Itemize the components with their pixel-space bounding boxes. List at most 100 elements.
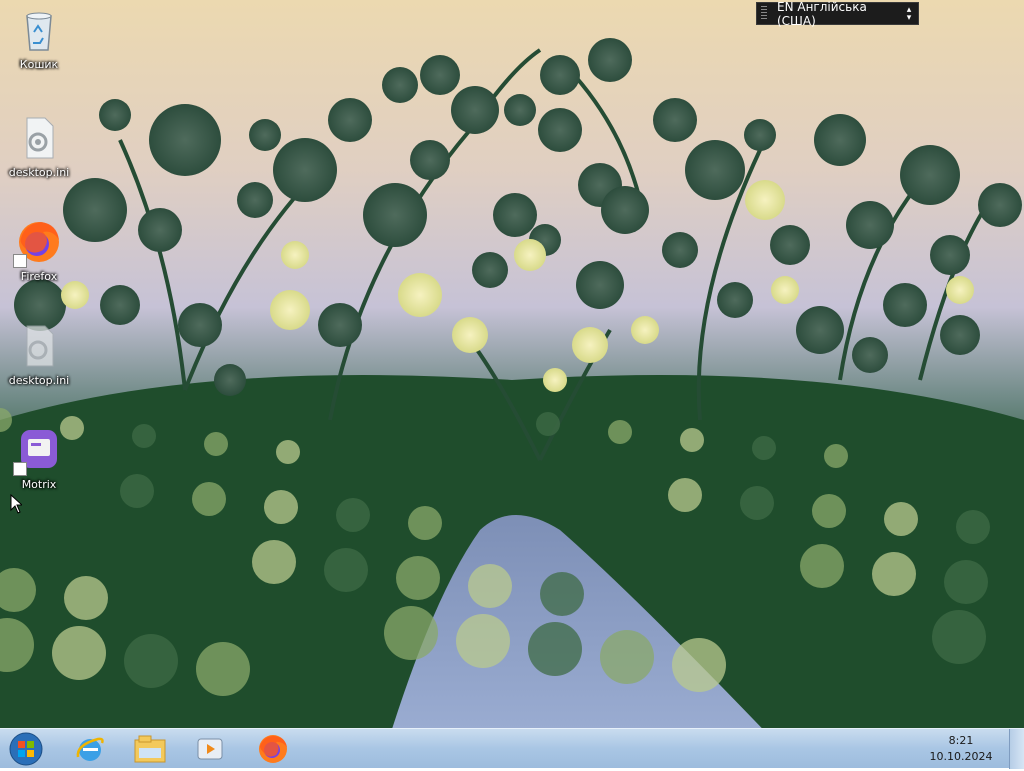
language-indicator[interactable]: EN Англійська (США) [767, 0, 904, 28]
wallpaper-bush [396, 556, 440, 600]
wallpaper-flower [653, 98, 697, 142]
wallpaper-bush [192, 482, 226, 516]
wallpaper-flower [504, 94, 536, 126]
desktop-wallpaper [0, 0, 1024, 768]
shortcut-arrow-icon [13, 462, 27, 476]
wallpaper-flower [745, 180, 785, 220]
wallpaper-bush [672, 638, 726, 692]
wallpaper-flower [717, 282, 753, 318]
wallpaper-flower [138, 208, 182, 252]
desktop-icon-recycle-bin[interactable]: Кошик [4, 6, 74, 71]
desktop-icon-motrix[interactable]: Motrix [4, 426, 74, 491]
wallpaper-flower [631, 316, 659, 344]
desktop-icon-label: desktop.ini [8, 166, 70, 179]
wallpaper-flower [493, 193, 537, 237]
wallpaper-flower [214, 364, 246, 396]
windows-start-orb-icon [9, 732, 43, 766]
wallpaper-bush [324, 548, 368, 592]
taskbar: 8:21 10.10.2024 [0, 728, 1024, 769]
wallpaper-flower [771, 276, 799, 304]
wallpaper-flower [662, 232, 698, 268]
minimize-arrows-icon[interactable]: ▴ ▾ [904, 5, 914, 22]
language-bar[interactable]: EN Англійська (США) ▴ ▾ [756, 0, 919, 28]
start-button[interactable] [6, 731, 46, 767]
wallpaper-flower [601, 186, 649, 234]
wallpaper-bush [132, 424, 156, 448]
wallpaper-bush [824, 444, 848, 468]
wallpaper-bush [264, 490, 298, 524]
wallpaper-bush [872, 552, 916, 596]
desktop-icon-firefox[interactable]: Firefox [4, 218, 74, 283]
desktop-icon-desktop-ini-2[interactable]: desktop.ini [4, 322, 74, 387]
wallpaper-flower [572, 327, 608, 363]
wallpaper-bush [680, 428, 704, 452]
taskbar-file-explorer[interactable] [122, 731, 178, 767]
wallpaper-flower [178, 303, 222, 347]
desktop-icon-label: Firefox [20, 270, 58, 283]
wallpaper-flower [685, 140, 745, 200]
wallpaper-flower [237, 182, 273, 218]
wallpaper-flower [538, 108, 582, 152]
wallpaper-flower [588, 38, 632, 82]
wallpaper-flower [318, 303, 362, 347]
wallpaper-bush [252, 540, 296, 584]
wallpaper-flower [930, 235, 970, 275]
taskbar-firefox[interactable] [245, 731, 301, 767]
wallpaper-flower [796, 306, 844, 354]
wallpaper-bush [204, 432, 228, 456]
wallpaper-bush [456, 614, 510, 668]
wallpaper-flower [846, 201, 894, 249]
wallpaper-bush [384, 606, 438, 660]
wallpaper-bush [120, 474, 154, 508]
wallpaper-flower [543, 368, 567, 392]
firefox-icon [259, 735, 287, 763]
wallpaper-flower [249, 119, 281, 151]
clock-date: 10.10.2024 [929, 750, 993, 763]
wallpaper-flower [273, 138, 337, 202]
wallpaper-bush [528, 622, 582, 676]
wallpaper-bush [336, 498, 370, 532]
wallpaper-bush [932, 610, 986, 664]
wallpaper-flower [382, 67, 418, 103]
wallpaper-flower [576, 261, 624, 309]
wallpaper-flower [328, 98, 372, 142]
wallpaper-flower [940, 315, 980, 355]
wallpaper-flower [814, 114, 866, 166]
firefox-icon [13, 218, 63, 268]
wallpaper-flower [270, 290, 310, 330]
taskbar-internet-explorer[interactable] [62, 731, 118, 767]
wallpaper-bush [800, 544, 844, 588]
desktop-icon-desktop-ini-1[interactable]: desktop.ini [4, 114, 74, 179]
file-explorer-icon [134, 735, 166, 763]
settings-file-icon [15, 114, 63, 162]
wallpaper-flower [281, 241, 309, 269]
system-clock[interactable]: 8:21 10.10.2024 [926, 733, 996, 765]
wallpaper-bush [740, 486, 774, 520]
wallpaper-bush [536, 412, 560, 436]
wallpaper-flower [883, 283, 927, 327]
show-desktop-button[interactable] [1009, 729, 1024, 769]
wallpaper-flower [99, 99, 131, 131]
wallpaper-bush [52, 626, 106, 680]
recycle-bin-icon [15, 6, 63, 54]
wallpaper-bush [540, 572, 584, 616]
wallpaper-bush [408, 506, 442, 540]
wallpaper-flower [514, 239, 546, 271]
wallpaper-flower [770, 225, 810, 265]
wallpaper-bush [600, 630, 654, 684]
wallpaper-flower [451, 86, 499, 134]
wallpaper-bush [64, 576, 108, 620]
wallpaper-flower [946, 276, 974, 304]
shortcut-arrow-icon [13, 254, 27, 268]
wallpaper-flower [398, 273, 442, 317]
settings-file-icon [15, 322, 63, 370]
wallpaper-flower [540, 55, 580, 95]
motrix-icon [13, 426, 63, 476]
wallpaper-flower [744, 119, 776, 151]
wallpaper-bush [752, 436, 776, 460]
wallpaper-flower [100, 285, 140, 325]
wallpaper-bush [196, 642, 250, 696]
taskbar-media-player[interactable] [182, 731, 238, 767]
media-player-icon [197, 738, 223, 760]
wallpaper-flower [61, 281, 89, 309]
